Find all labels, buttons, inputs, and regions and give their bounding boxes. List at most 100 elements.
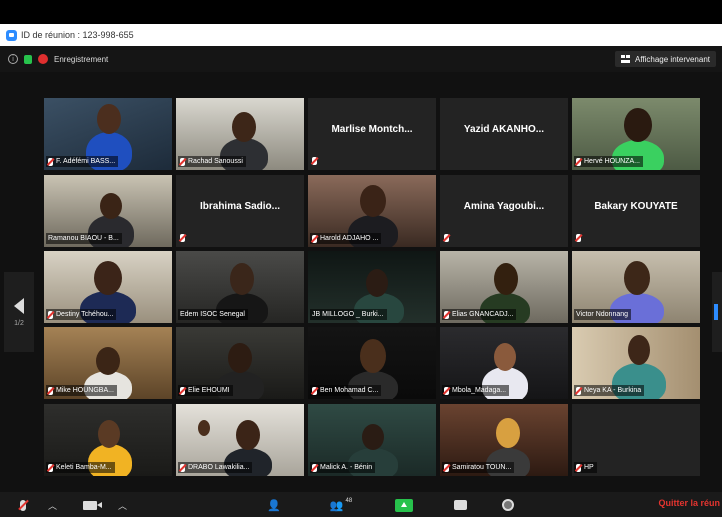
participant-tile[interactable]: Destiny Tchéhou...: [44, 251, 172, 323]
mic-muted-icon: [20, 499, 26, 511]
participant-tile[interactable]: Marlise Montch...: [308, 98, 436, 170]
mic-muted-icon: [180, 157, 185, 166]
mic-muted-icon: [48, 310, 53, 319]
person-head: [494, 343, 516, 371]
person-head: [362, 424, 384, 450]
camera-icon: [83, 500, 102, 510]
invite-button[interactable]: 👤: [266, 496, 282, 514]
chat-button[interactable]: [452, 496, 468, 514]
participant-name: Harold ADJAHO ...: [320, 235, 379, 242]
mic-muted-icon: [180, 463, 185, 472]
person-head: [232, 112, 256, 142]
meeting-toolbar: ︿ ︿ 👤 👥 48 Quitter la réun: [0, 492, 722, 517]
person-head: [94, 261, 122, 295]
recording-icon: [38, 54, 48, 64]
participant-tile[interactable]: Malick A. - Bénin: [308, 404, 436, 476]
participant-nameplate: HP: [574, 462, 597, 473]
participant-name: Destiny Tchéhou...: [56, 311, 114, 318]
mic-muted-icon: [312, 386, 317, 395]
participant-nameplate: Victor Ndonnang: [574, 309, 632, 320]
participant-tile[interactable]: Edem ISOC Senegal: [176, 251, 304, 323]
participant-tile[interactable]: Yazid AKANHO...: [440, 98, 568, 170]
participant-nameplate: Mike HOUNGBA...: [46, 385, 117, 396]
participant-tile[interactable]: Ben Mohamad C...: [308, 327, 436, 399]
participant-tile[interactable]: Samiratou TOUN...: [440, 404, 568, 476]
participants-icon: 👥: [329, 499, 344, 512]
mute-button[interactable]: [16, 496, 30, 514]
participant-tile[interactable]: Victor Ndonnang: [572, 251, 700, 323]
mic-muted-icon: [180, 234, 185, 242]
mic-muted-icon: [444, 463, 449, 472]
participant-nameplate: Samiratou TOUN...: [442, 462, 515, 473]
participant-tile[interactable]: Ramanou BIAOU - B...: [44, 175, 172, 247]
participant-tile[interactable]: Keleti Bamba-M...: [44, 404, 172, 476]
window-title-bar: ID de réunion : 123-998-655: [0, 24, 722, 46]
participant-tile[interactable]: Mike HOUNGBA...: [44, 327, 172, 399]
participant-nameplate: Mbola_Madaga...: [442, 385, 510, 396]
participant-tile[interactable]: Neya KA - Burkina: [572, 327, 700, 399]
speaker-view-label: Affichage intervenant: [634, 54, 710, 64]
mic-muted-icon: [312, 157, 317, 165]
lock-icon[interactable]: [24, 54, 32, 64]
participant-nameplate: Elias GNANCADJ...: [442, 309, 517, 320]
participant-name: Victor Ndonnang: [576, 311, 629, 318]
participant-nameplate: Keleti Bamba-M...: [46, 462, 115, 473]
participant-tile[interactable]: Hervé HOUNZA...: [572, 98, 700, 170]
person-head: [228, 343, 252, 373]
waving-hand: [198, 420, 210, 436]
participant-tile[interactable]: Bakary KOUYATE: [572, 175, 700, 247]
participant-tile[interactable]: Mbola_Madaga...: [440, 327, 568, 399]
participant-name: Ramanou BIAOU - B...: [48, 235, 119, 242]
previous-page-button[interactable]: 1/2: [4, 272, 34, 352]
participant-nameplate: Edem ISOC Senegal: [178, 309, 248, 320]
mic-muted-icon: [576, 234, 581, 242]
participant-nameplate: Harold ADJAHO ...: [310, 233, 382, 244]
person-head: [236, 420, 260, 450]
zoom-logo-icon: [6, 29, 17, 41]
next-page-button[interactable]: [712, 272, 722, 352]
participant-name: Neya KA - Burkina: [584, 387, 642, 394]
participant-tile[interactable]: Amina Yagoubi...: [440, 175, 568, 247]
person-head: [496, 418, 520, 448]
audio-options-button[interactable]: ︿: [48, 496, 57, 514]
person-head: [96, 347, 120, 375]
participant-tile[interactable]: Ibrahima Sadio...: [176, 175, 304, 247]
participant-nameplate: Elie EHOUMI: [178, 385, 233, 396]
person-head: [628, 335, 650, 365]
participant-name: Samiratou TOUN...: [452, 464, 512, 471]
participant-tile[interactable]: Elias GNANCADJ...: [440, 251, 568, 323]
video-options-button[interactable]: ︿: [118, 496, 127, 514]
mic-muted-icon: [444, 386, 449, 395]
participant-tile[interactable]: Rachad Sanoussi: [176, 98, 304, 170]
participant-name: Elias GNANCADJ...: [452, 311, 514, 318]
participants-button[interactable]: 👥 48: [326, 496, 356, 514]
participant-tile-active-speaker[interactable]: JB MILLOGO _ Burki...: [308, 251, 436, 323]
participant-name: Bakary KOUYATE: [594, 201, 678, 212]
participant-name: Ben Mohamad C...: [320, 387, 379, 394]
participant-tile[interactable]: F. Adéfémi BASS...: [44, 98, 172, 170]
participant-tile[interactable]: Elie EHOUMI: [176, 327, 304, 399]
speaker-view-button[interactable]: Affichage intervenant: [614, 51, 716, 67]
leave-meeting-button[interactable]: Quitter la réun: [658, 498, 720, 508]
participant-tile[interactable]: Harold ADJAHO ...: [308, 175, 436, 247]
person-head: [624, 261, 650, 295]
participant-tile[interactable]: DRABO Lawakilia...: [176, 404, 304, 476]
participants-count: 48: [345, 498, 353, 504]
person-head: [366, 269, 388, 297]
participant-nameplate: Malick A. - Bénin: [310, 462, 376, 473]
participant-nameplate: DRABO Lawakilia...: [178, 462, 253, 473]
share-screen-icon: [395, 498, 413, 512]
mic-muted-icon: [48, 157, 53, 166]
participant-nameplate: JB MILLOGO _ Burki...: [310, 309, 387, 320]
participant-name: HP: [584, 464, 594, 471]
record-button[interactable]: [500, 496, 516, 514]
chevron-left-icon: [14, 297, 24, 314]
person-head: [494, 263, 518, 295]
video-button[interactable]: [80, 496, 102, 514]
share-screen-button[interactable]: [394, 496, 414, 514]
mic-muted-icon: [312, 463, 317, 472]
info-icon[interactable]: i: [8, 54, 18, 64]
participant-nameplate: Ben Mohamad C...: [310, 385, 382, 396]
participant-name: Marlise Montch...: [331, 124, 413, 135]
participant-tile[interactable]: HP: [572, 404, 700, 476]
